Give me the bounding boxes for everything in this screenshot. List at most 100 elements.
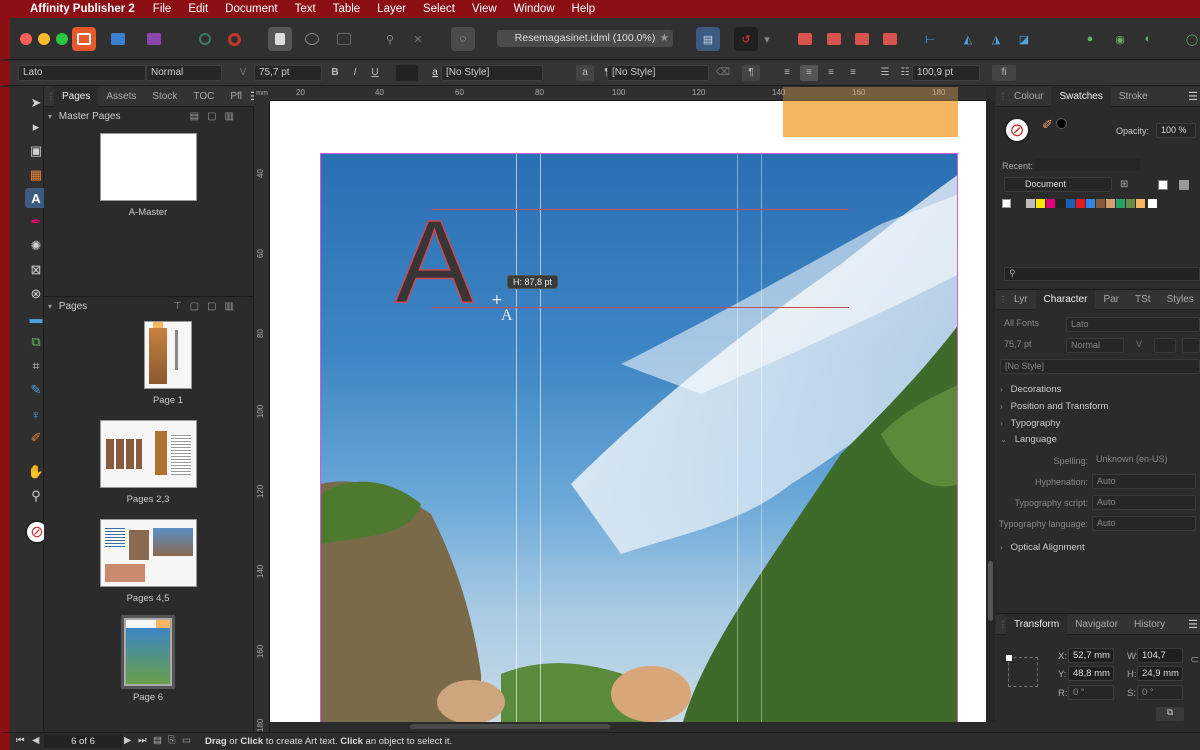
- boolean-add-icon[interactable]: ●: [1078, 27, 1102, 51]
- paragraph-style-select[interactable]: [No Style]: [607, 65, 709, 81]
- h-field[interactable]: 24,9 mm: [1137, 666, 1183, 681]
- tab-paragraph[interactable]: Par: [1095, 290, 1127, 310]
- tab-transform[interactable]: Transform: [1006, 614, 1068, 635]
- close-window-button[interactable]: [20, 33, 32, 45]
- preflight-icon[interactable]: [222, 27, 246, 51]
- menu-help[interactable]: Help: [572, 3, 596, 15]
- document-canvas[interactable]: A A + H: 87,8 pt: [270, 101, 986, 722]
- menu-text[interactable]: Text: [295, 3, 316, 15]
- move-back-icon[interactable]: [793, 27, 817, 51]
- align-left-icon[interactable]: ≡: [778, 65, 796, 81]
- menu-document[interactable]: Document: [225, 3, 277, 15]
- align-center-icon[interactable]: ≡: [800, 65, 818, 81]
- eyedropper-icon[interactable]: ✐: [1042, 117, 1053, 133]
- tab-navigator[interactable]: Navigator: [1067, 615, 1126, 635]
- bullet-list-icon[interactable]: ☰: [876, 65, 894, 81]
- bleed-icon[interactable]: [300, 27, 324, 51]
- char-style-apply-button[interactable]: a: [576, 65, 594, 81]
- zoom-window-button[interactable]: [56, 33, 68, 45]
- preview-icon[interactable]: [332, 27, 356, 51]
- swatch-orange[interactable]: [1136, 199, 1145, 208]
- master-pages-header[interactable]: ▾ Master Pages ▤▢▥: [48, 108, 250, 126]
- swatch-blue[interactable]: [1066, 199, 1075, 208]
- link-pages-icon[interactable]: ⎘: [168, 735, 176, 746]
- move-backward-icon[interactable]: [822, 27, 846, 51]
- tab-layers[interactable]: Lyr: [1006, 290, 1036, 310]
- section-typography[interactable]: › Typography: [996, 418, 1200, 429]
- master-thumbnail[interactable]: A-Master: [98, 133, 198, 218]
- last-page-icon[interactable]: ⏭: [138, 735, 147, 746]
- swatch-grey[interactable]: [1026, 199, 1035, 208]
- swatch-magenta[interactable]: [1046, 199, 1055, 208]
- next-page-icon[interactable]: ▶: [124, 735, 131, 746]
- vertical-ruler[interactable]: 40 60 80 100 120 140 160 180: [254, 101, 270, 732]
- anchor-top-left[interactable]: [1006, 655, 1012, 661]
- swatch-brown[interactable]: [1096, 199, 1105, 208]
- fill-stroke-well-icon[interactable]: ⊘: [1004, 117, 1030, 143]
- lasso-icon[interactable]: ◌: [451, 27, 475, 51]
- shear-field[interactable]: 0 °: [1137, 685, 1183, 700]
- chevron-down-icon[interactable]: ▾: [760, 27, 774, 51]
- swatch-tan[interactable]: [1106, 199, 1115, 208]
- align-right-icon[interactable]: ≡: [822, 65, 840, 81]
- orange-block[interactable]: [783, 101, 958, 137]
- swatch-search-field[interactable]: ⚲: [1004, 267, 1200, 281]
- snapping-icon[interactable]: ↺: [734, 27, 758, 51]
- font-family-field[interactable]: Lato: [1066, 317, 1200, 332]
- panel-menu-icon[interactable]: ☰: [1188, 90, 1200, 103]
- tab-stroke[interactable]: Stroke: [1111, 87, 1156, 107]
- menu-edit[interactable]: Edit: [188, 3, 208, 15]
- artistic-text-letter[interactable]: A: [394, 195, 475, 329]
- justify-icon[interactable]: ≡: [844, 65, 862, 81]
- boolean-subtract-icon[interactable]: ◉: [1108, 27, 1132, 51]
- swatch-white[interactable]: [1002, 199, 1011, 208]
- tab-character[interactable]: Character: [1035, 289, 1096, 310]
- page[interactable]: A A + H: 87,8 pt: [270, 101, 986, 722]
- font-style-select[interactable]: Normal: [146, 65, 222, 81]
- photo-persona-icon[interactable]: [142, 27, 166, 51]
- italic-button[interactable]: I: [346, 65, 364, 81]
- kerning-icon[interactable]: V: [234, 65, 252, 81]
- text-colour-swatch[interactable]: [396, 65, 418, 81]
- rotate-icon[interactable]: ◪: [1012, 27, 1036, 51]
- move-forward-icon[interactable]: [850, 27, 874, 51]
- flip-horizontal-icon[interactable]: ◭: [956, 27, 980, 51]
- font-size-field[interactable]: 75,7 pt: [1000, 338, 1062, 353]
- spelling-select[interactable]: Unknown (en-US): [1092, 453, 1192, 468]
- horizontal-scrollbar[interactable]: [410, 724, 610, 729]
- swatch-black[interactable]: [1056, 199, 1065, 208]
- x-field[interactable]: 52,7 mm: [1068, 648, 1114, 663]
- swatch-white-2[interactable]: [1148, 199, 1157, 208]
- menu-window[interactable]: Window: [514, 3, 555, 15]
- designer-persona-icon[interactable]: [106, 27, 130, 51]
- swatch-light-blue[interactable]: [1086, 199, 1095, 208]
- scrollbar-thumb[interactable]: [988, 561, 993, 621]
- link-icon[interactable]: ⊂: [1190, 653, 1199, 666]
- section-optical-alignment[interactable]: › Optical Alignment: [996, 542, 1200, 553]
- master-actions-icon[interactable]: ▤▢▥: [190, 108, 242, 126]
- menu-select[interactable]: Select: [423, 3, 455, 15]
- leading-field[interactable]: 100,9 pt: [912, 65, 980, 81]
- flip-vertical-icon[interactable]: ◮: [984, 27, 1008, 51]
- character-style-select[interactable]: [No Style]: [441, 65, 543, 81]
- hero-photo[interactable]: A A + H: 87,8 pt: [320, 153, 958, 722]
- w-field[interactable]: 104,7 mm: [1137, 648, 1183, 674]
- none-swatch-icon[interactable]: [1158, 180, 1168, 190]
- account-icon[interactable]: ◯: [1180, 27, 1200, 51]
- swatch-red[interactable]: [1076, 199, 1085, 208]
- document-tab[interactable]: Resemagasinet.idml (100.0%) ★: [497, 30, 673, 47]
- tab-preflight[interactable]: Pfl: [222, 87, 250, 107]
- page-thumbnail-1[interactable]: Page 1: [128, 321, 208, 406]
- page-indicator[interactable]: 6 of 6: [44, 735, 122, 748]
- first-page-icon[interactable]: ⏮: [16, 735, 25, 746]
- underline-button[interactable]: U: [366, 65, 384, 81]
- ruler-unit[interactable]: mm: [254, 87, 270, 101]
- tab-history[interactable]: History: [1126, 615, 1173, 635]
- tab-colour[interactable]: Colour: [1006, 87, 1051, 107]
- vertical-scrollbar[interactable]: [986, 101, 995, 722]
- rotation-field[interactable]: 0 °: [1068, 685, 1114, 700]
- grey-swatch[interactable]: [1179, 180, 1189, 190]
- gear-icon[interactable]: [193, 27, 217, 51]
- tab-styles[interactable]: Styles: [1159, 290, 1200, 310]
- typography-language-select[interactable]: Auto: [1092, 516, 1196, 531]
